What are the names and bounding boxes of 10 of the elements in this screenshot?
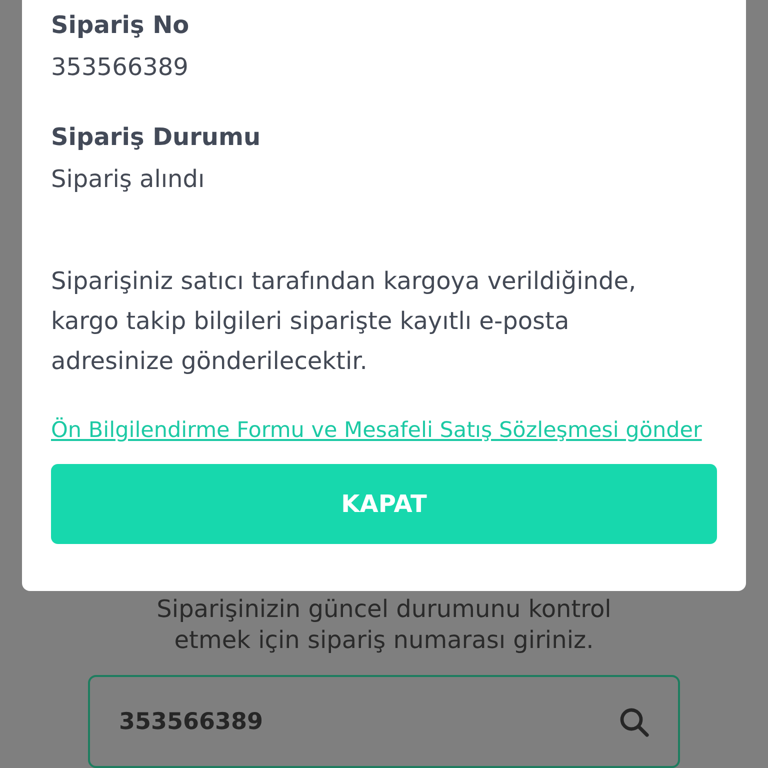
instruction-text: Siparişinizin güncel durumunu kontrol etmek için sipariş numarası giriniz. — [156, 594, 612, 656]
order-number-field[interactable]: 353566389 — [88, 675, 680, 768]
field-label: Sipariş No — [51, 10, 190, 41]
field-value: Sipariş alındı — [51, 164, 206, 195]
send-documents-link[interactable]: Ön Bilgilendirme Formu ve Mesafeli Satış Sözleşmesi gönder — [51, 417, 702, 445]
field-value: 353566389 — [51, 52, 190, 83]
field-label: Sipariş Durumu — [51, 122, 261, 153]
close-button[interactable]: KAPAT — [51, 464, 717, 544]
info-message: Siparişiniz satıcı tarafından kargoya verildiğinde, kargo takip bilgileri siparişte kayıtlı e-posta adresinize gönderilecektir. — [51, 266, 638, 377]
search-icon[interactable] — [619, 707, 649, 737]
